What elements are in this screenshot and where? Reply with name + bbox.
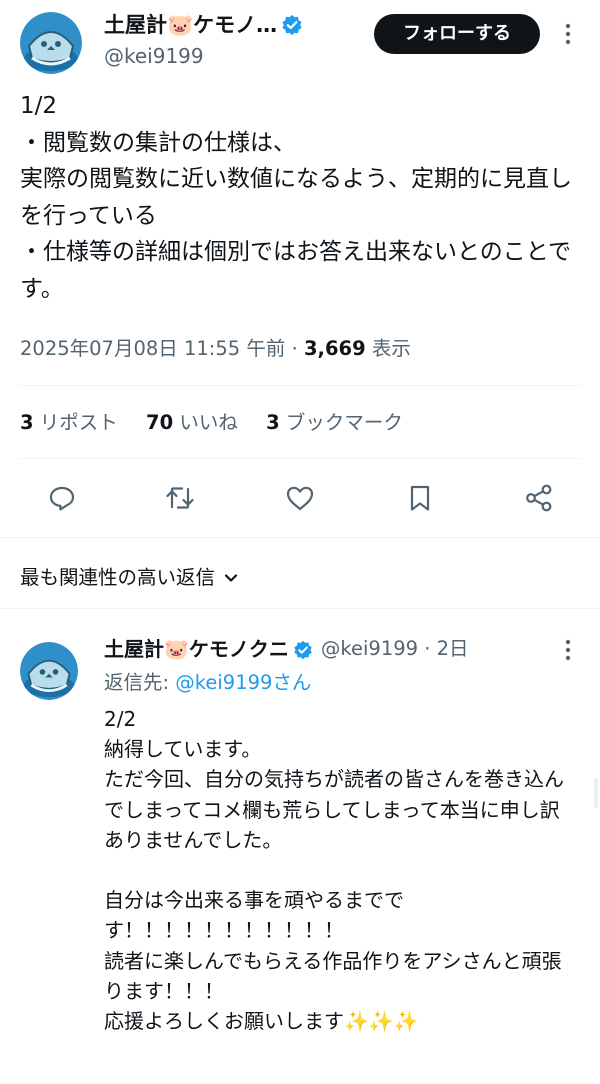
tweet-meta: 2025年07月08日 11:55 午前 · 3,669 表示 xyxy=(20,334,411,364)
reply-handle-time[interactable]: @kei9199 · 2日 xyxy=(321,634,469,664)
scrollbar[interactable] xyxy=(594,778,598,808)
reply-to-line: 返信先: @kei9199さん xyxy=(104,668,311,698)
reposts-stat[interactable]: 3 リポスト xyxy=(20,411,118,434)
follow-button[interactable]: フォローする xyxy=(374,14,540,54)
reply-icon[interactable] xyxy=(44,480,80,516)
replies-sort-dropdown[interactable]: 最も関連性の高い返信 xyxy=(20,563,239,593)
meta-separator: · xyxy=(291,337,298,360)
author-name-text: 土屋計🐷ケモノ… xyxy=(104,13,278,37)
like-icon[interactable] xyxy=(282,480,318,516)
reply-author-name[interactable]: 土屋計🐷ケモノクニ xyxy=(104,634,289,664)
share-icon[interactable] xyxy=(521,480,557,516)
tweet-stats: 3 リポスト 70 いいね 3 ブックマーク xyxy=(20,408,425,438)
views-count: 3,669 xyxy=(303,337,366,360)
reply-text: 2/2 納得しています。 ただ今回、自分の気持ちが読者の皆さんを巻き込んでしまっ… xyxy=(104,707,564,1034)
reply-to-prefix: 返信先: xyxy=(104,671,170,694)
bookmarks-count: 3 xyxy=(266,411,280,434)
verified-badge-icon xyxy=(293,639,313,660)
replies-sort-label: 最も関連性の高い返信 xyxy=(20,566,216,589)
reply-more-options-icon[interactable] xyxy=(560,636,576,664)
chevron-down-icon xyxy=(224,574,238,582)
reply-header: 土屋計🐷ケモノクニ @kei9199 · 2日 xyxy=(104,634,469,664)
author-handle[interactable]: @kei9199 xyxy=(104,42,204,70)
divider xyxy=(0,537,600,538)
reposts-label: リポスト xyxy=(39,411,118,434)
repost-icon[interactable] xyxy=(162,480,198,516)
views-label: 表示 xyxy=(371,337,411,360)
reply-author-avatar[interactable] xyxy=(20,642,78,700)
tweet-timestamp[interactable]: 2025年07月08日 11:55 午前 xyxy=(20,337,285,360)
author-avatar[interactable] xyxy=(20,12,82,74)
divider xyxy=(20,385,580,386)
bookmark-icon[interactable] xyxy=(402,480,438,516)
divider xyxy=(0,608,600,609)
verified-badge-icon xyxy=(281,14,303,36)
likes-stat[interactable]: 70 いいね xyxy=(146,411,238,434)
bookmarks-stat[interactable]: 3 ブックマーク xyxy=(266,411,403,434)
more-options-icon[interactable] xyxy=(560,20,576,48)
likes-label: いいね xyxy=(179,411,238,434)
likes-count: 70 xyxy=(146,411,174,434)
reposts-count: 3 xyxy=(20,411,34,434)
tweet-text: 1/2 ・閲覧数の集計の仕様は、 実際の閲覧数に近い数値になるよう、定期的に見直… xyxy=(20,93,572,302)
divider xyxy=(20,458,580,459)
author-display-name[interactable]: 土屋計🐷ケモノ… xyxy=(104,10,303,40)
bookmarks-label: ブックマーク xyxy=(285,411,403,434)
tweet-header: 土屋計🐷ケモノ… @kei9199 フォローする xyxy=(0,0,600,90)
reply-to-handle-link[interactable]: @kei9199さん xyxy=(175,671,311,694)
